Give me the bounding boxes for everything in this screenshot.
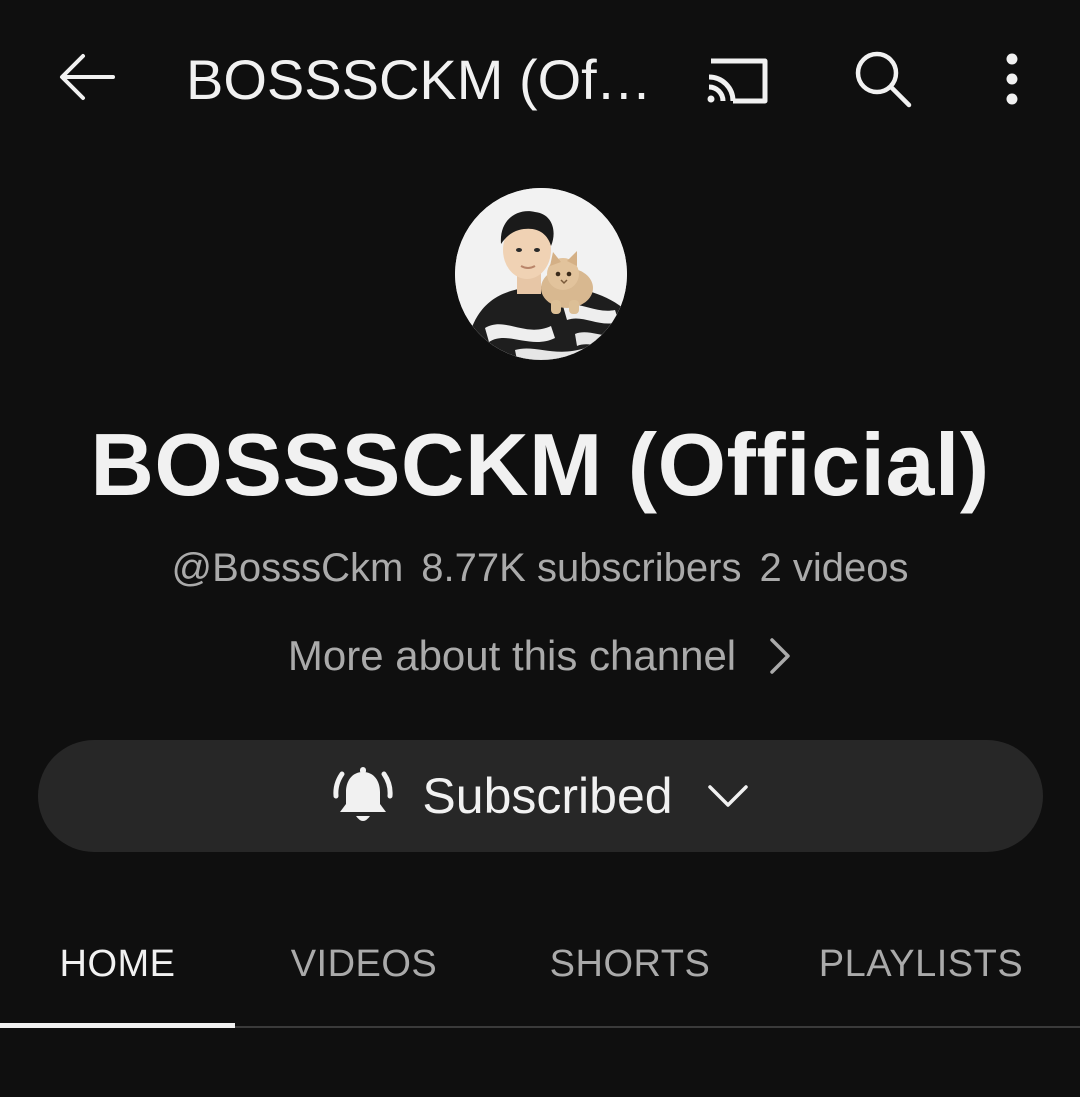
channel-name: BOSSSCKM (Official) [90, 415, 990, 514]
avatar-image [455, 188, 627, 360]
channel-avatar[interactable] [455, 188, 627, 360]
bell-ringing-icon [332, 764, 394, 828]
chevron-right-icon [768, 636, 792, 676]
more-about-link[interactable]: More about this channel [0, 626, 1080, 686]
channel-handle: @BosssCkm [171, 546, 404, 590]
subscriber-count: 8.77K subscribers [421, 546, 742, 590]
cast-icon [707, 58, 768, 104]
channel-tabs: HOME VIDEOS SHORTS PLAYLISTS [0, 900, 1080, 1028]
more-vert-icon [1006, 53, 1018, 105]
tab-playlists[interactable]: PLAYLISTS [800, 900, 1042, 1028]
search-icon [855, 51, 912, 108]
back-button[interactable] [52, 42, 122, 112]
search-button[interactable] [846, 42, 920, 116]
tab-shorts[interactable]: SHORTS [516, 900, 744, 1028]
active-tab-indicator [0, 1023, 235, 1028]
video-count: 2 videos [759, 546, 909, 590]
subscribed-label: Subscribed [422, 768, 673, 824]
tab-home[interactable]: HOME [0, 900, 235, 1028]
top-app-bar: BOSSSCKM (Official) [0, 0, 1080, 160]
back-arrow-icon [60, 54, 115, 100]
top-bar-title: BOSSSCKM (Official) [186, 48, 656, 111]
subscribed-button[interactable]: Subscribed [38, 740, 1043, 852]
cast-button[interactable] [696, 44, 776, 114]
channel-meta: @BosssCkm 8.77K subscribers 2 videos [0, 540, 1080, 596]
chevron-down-icon [707, 783, 749, 809]
more-options-button[interactable] [988, 42, 1036, 116]
more-about-label: More about this channel [287, 632, 737, 679]
tab-videos[interactable]: VIDEOS [250, 900, 478, 1028]
